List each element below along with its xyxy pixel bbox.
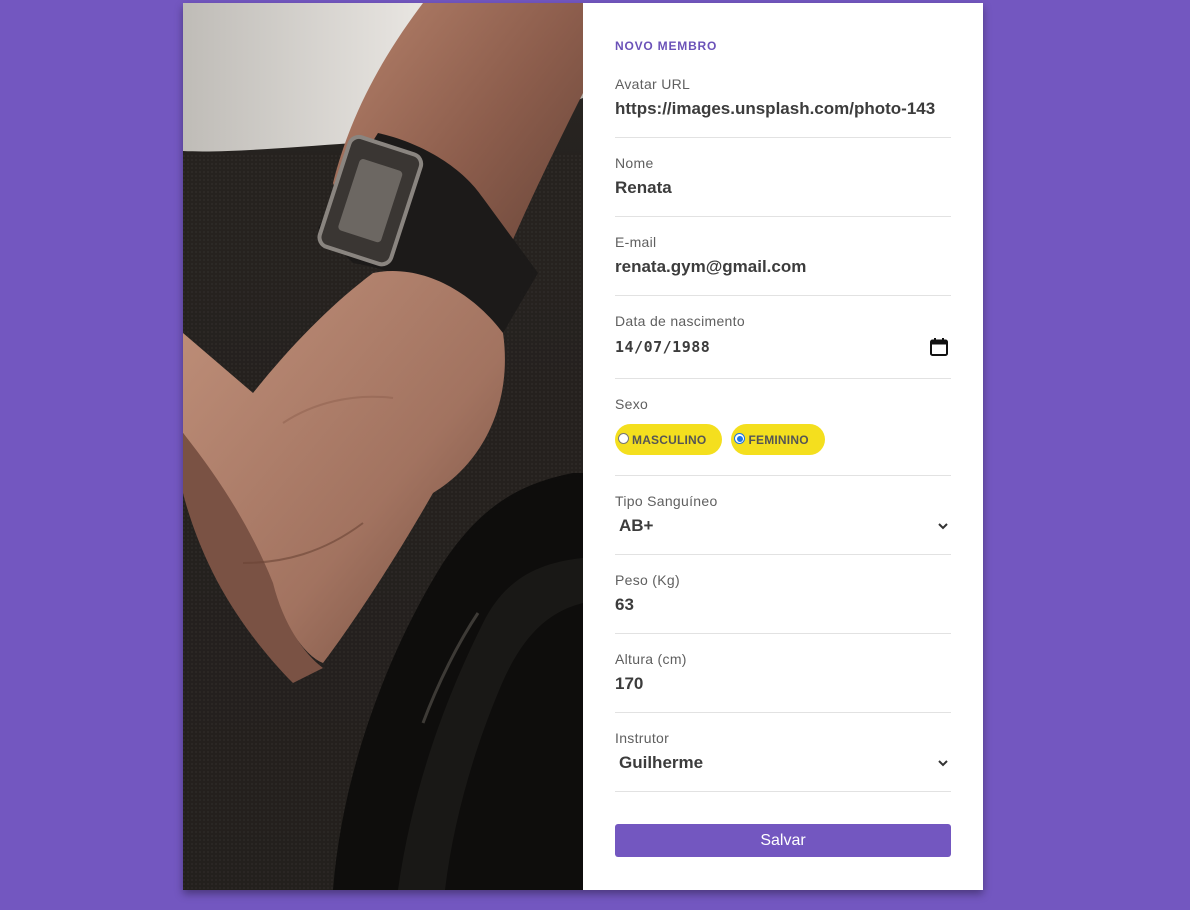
chevron-down-icon bbox=[938, 523, 948, 530]
radio-masculino[interactable]: MASCULINO bbox=[615, 424, 723, 455]
form-title: NOVO MEMBRO bbox=[615, 39, 718, 53]
member-form: NOVO MEMBRO Avatar URL https://images.un… bbox=[583, 3, 983, 890]
blood-type-field[interactable]: Tipo Sanguíneo AB+ bbox=[615, 493, 951, 555]
name-input[interactable]: Renata bbox=[615, 177, 951, 199]
hero-photo bbox=[183, 3, 583, 890]
birthdate-row: 14/07/1988 bbox=[615, 337, 951, 357]
instructor-label: Instrutor bbox=[615, 730, 670, 746]
instructor-value: Guilherme bbox=[619, 753, 704, 772]
weight-input[interactable]: 63 bbox=[615, 594, 951, 616]
radio-feminino-label: FEMININO bbox=[748, 432, 809, 447]
wrist-watch-photo bbox=[183, 3, 583, 890]
blood-type-label: Tipo Sanguíneo bbox=[615, 493, 718, 509]
birthdate-label: Data de nascimento bbox=[615, 313, 745, 329]
calendar-icon[interactable] bbox=[929, 337, 949, 357]
save-button[interactable]: Salvar bbox=[615, 824, 951, 857]
radio-masculino-label: MASCULINO bbox=[632, 432, 707, 447]
instructor-select[interactable]: Guilherme bbox=[615, 752, 951, 774]
height-input[interactable]: 170 bbox=[615, 673, 951, 695]
sex-radio-group: MASCULINO FEMININO bbox=[615, 424, 951, 455]
blood-type-select[interactable]: AB+ bbox=[615, 515, 951, 537]
avatar-url-label: Avatar URL bbox=[615, 76, 691, 92]
avatar-url-input[interactable]: https://images.unsplash.com/photo-143 bbox=[615, 98, 951, 120]
email-input[interactable]: renata.gym@gmail.com bbox=[615, 256, 951, 278]
radio-masculino-input[interactable] bbox=[618, 433, 629, 444]
email-field[interactable]: E-mail renata.gym@gmail.com bbox=[615, 234, 951, 296]
name-field[interactable]: Nome Renata bbox=[615, 155, 951, 217]
birthdate-input[interactable]: 14/07/1988 bbox=[615, 338, 710, 356]
height-label: Altura (cm) bbox=[615, 651, 687, 667]
name-label: Nome bbox=[615, 155, 654, 171]
weight-label: Peso (Kg) bbox=[615, 572, 680, 588]
member-card: NOVO MEMBRO Avatar URL https://images.un… bbox=[183, 3, 983, 890]
avatar-url-field[interactable]: Avatar URL https://images.unsplash.com/p… bbox=[615, 76, 951, 138]
email-label: E-mail bbox=[615, 234, 657, 250]
sex-field: Sexo MASCULINO FEMININO bbox=[615, 396, 951, 476]
weight-field[interactable]: Peso (Kg) 63 bbox=[615, 572, 951, 634]
blood-type-value: AB+ bbox=[619, 516, 654, 535]
sex-label: Sexo bbox=[615, 396, 649, 412]
radio-feminino-input[interactable] bbox=[734, 433, 746, 444]
height-field[interactable]: Altura (cm) 170 bbox=[615, 651, 951, 713]
instructor-field[interactable]: Instrutor Guilherme bbox=[615, 730, 951, 792]
chevron-down-icon bbox=[938, 760, 948, 767]
birthdate-field[interactable]: Data de nascimento 14/07/1988 bbox=[615, 313, 951, 379]
radio-feminino[interactable]: FEMININO bbox=[731, 424, 825, 455]
